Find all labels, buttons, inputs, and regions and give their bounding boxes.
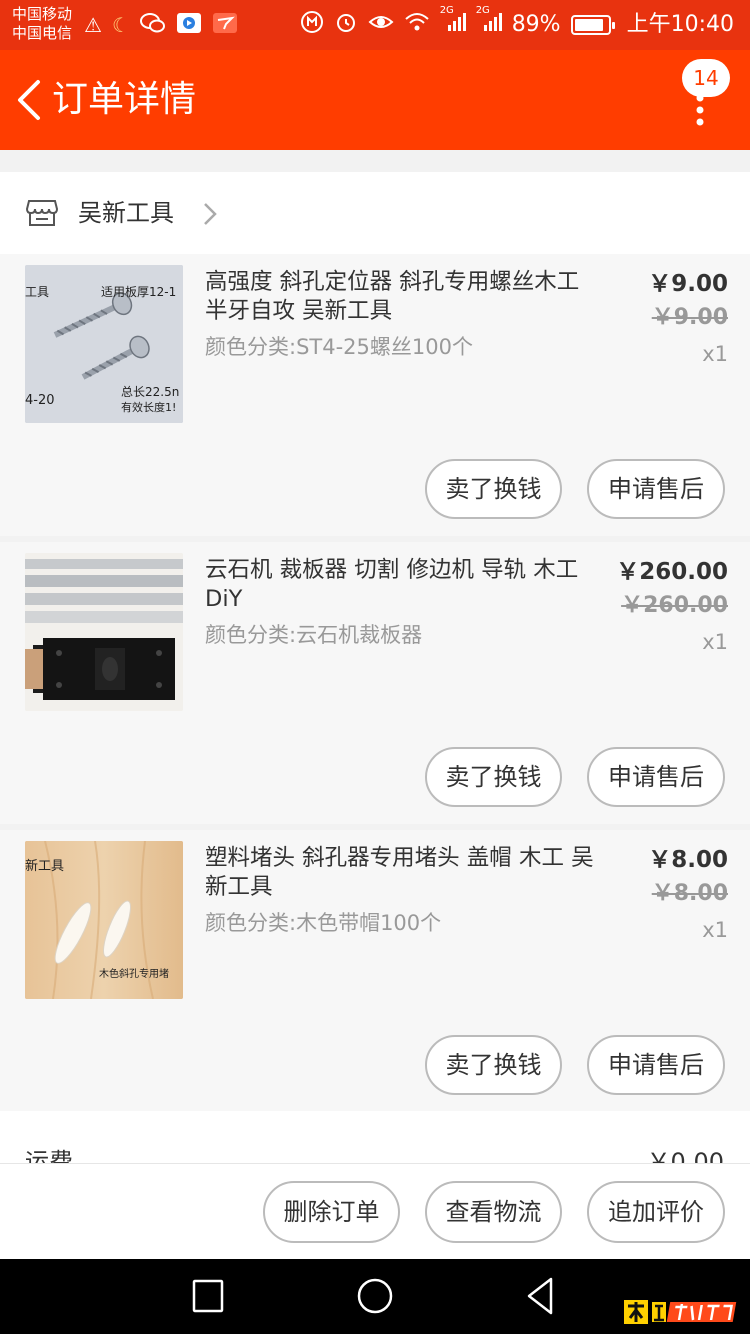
- after-sale-button[interactable]: 申请售后: [587, 747, 725, 807]
- watermark-logo: [624, 1300, 737, 1324]
- app-icon: [212, 12, 238, 40]
- thumb-text: 总长22.5n: [121, 385, 180, 399]
- sell-button[interactable]: 卖了换钱: [425, 1035, 562, 1095]
- recent-apps-icon[interactable]: [190, 1259, 226, 1334]
- data-icon: [300, 10, 324, 40]
- thumb-text: 新工具: [25, 859, 65, 874]
- shipping-value: ￥0.00: [646, 1148, 724, 1163]
- product-sku: 颜色分类:木色带帽100个: [205, 911, 442, 935]
- thumb-text: 适用板厚12-1: [101, 285, 177, 299]
- product-quantity: x1: [702, 918, 728, 942]
- product-title[interactable]: 云石机 裁板器 切割 修边机 导轨 木工 DiY: [205, 556, 595, 614]
- chevron-right-icon: [204, 203, 217, 225]
- wifi-icon: [404, 11, 430, 39]
- product-sku: 颜色分类:云石机裁板器: [205, 623, 423, 647]
- product-thumbnail[interactable]: 工具 适用板厚12-1 4-20 总长22.5n 有效长度1!: [25, 265, 183, 423]
- carrier-1: 中国移动: [12, 5, 73, 23]
- product-title[interactable]: 塑料堵头 斜孔器专用堵头 盖帽 木工 吴新工具: [205, 844, 595, 902]
- product-thumbnail[interactable]: 新工具 木色斜孔专用堵: [25, 841, 183, 999]
- wechat-icon: [139, 12, 166, 40]
- product-sku: 颜色分类:ST4-25螺丝100个: [205, 335, 473, 359]
- battery-icon: [570, 15, 615, 35]
- after-sale-button[interactable]: 申请售后: [587, 1035, 725, 1095]
- thumb-text: 木色斜孔专用堵: [99, 969, 169, 980]
- watermark: [622, 1292, 740, 1334]
- alarm-icon: [334, 10, 358, 40]
- product-original-price: ￥260.00: [621, 593, 728, 618]
- order-item[interactable]: 工具 适用板厚12-1 4-20 总长22.5n 有效长度1! 高强度 斜孔定位…: [0, 254, 750, 536]
- nav-bar: 订单详情 14: [0, 50, 750, 150]
- product-title[interactable]: 高强度 斜孔定位器 斜孔专用螺丝木工 半牙自攻 吴新工具: [205, 268, 595, 326]
- page-title: 订单详情: [52, 79, 197, 120]
- shipping-label: 运费: [25, 1148, 73, 1163]
- product-original-price: ￥9.00: [651, 305, 728, 330]
- battery-fill: [574, 19, 603, 31]
- product-original-price: ￥8.00: [651, 881, 728, 906]
- product-quantity: x1: [702, 342, 728, 366]
- product-quantity: x1: [702, 630, 728, 654]
- signal-2-label: 2G: [475, 5, 490, 16]
- eye-icon: [368, 12, 394, 38]
- clock: 上午10:40: [626, 12, 734, 37]
- product-price: ￥260.00: [616, 559, 728, 585]
- product-price: ￥8.00: [648, 847, 728, 873]
- message-badge[interactable]: 14: [682, 59, 730, 97]
- back-icon[interactable]: [14, 78, 44, 122]
- thumb-text: 有效长度1!: [121, 401, 177, 414]
- shipping-row: 运费 ￥0.00: [0, 1111, 750, 1163]
- signal-1-label: 2G: [439, 5, 454, 16]
- battery-percent: 89%: [511, 12, 561, 37]
- shop-header[interactable]: 吴新工具: [0, 172, 750, 254]
- delete-order-button[interactable]: 删除订单: [263, 1181, 400, 1243]
- order-item[interactable]: 云石机 裁板器 切割 修边机 导轨 木工 DiY 颜色分类:云石机裁板器 ￥26…: [0, 542, 750, 824]
- thumb-text: 工具: [25, 285, 50, 299]
- product-price: ￥9.00: [648, 271, 728, 297]
- product-thumbnail[interactable]: [25, 553, 183, 711]
- sell-button[interactable]: 卖了换钱: [425, 747, 562, 807]
- add-review-button[interactable]: 追加评价: [587, 1181, 725, 1243]
- sell-button[interactable]: 卖了换钱: [425, 459, 562, 519]
- status-right: 2G 2G 89% 上午10:40: [300, 5, 734, 40]
- warning-icon: ⚠: [84, 13, 102, 37]
- after-sale-button[interactable]: 申请售后: [587, 459, 725, 519]
- carrier-2: 中国电信: [12, 24, 73, 42]
- shop-icon: [26, 200, 58, 226]
- carrier-info: 中国移动 中国电信: [12, 5, 72, 43]
- video-app-icon: [176, 12, 202, 40]
- shop-name[interactable]: 吴新工具: [78, 196, 174, 230]
- status-bar: 中国移动 中国电信 ⚠ ☾ 2G 2G 89% 上午10:40: [0, 0, 750, 50]
- home-icon[interactable]: [356, 1259, 394, 1334]
- moon-icon: ☾: [111, 13, 130, 37]
- signal-icon: 2G: [440, 5, 466, 39]
- notification-icons: ⚠ ☾: [84, 12, 238, 40]
- thumb-text: 4-20: [25, 393, 55, 408]
- back-nav-icon[interactable]: [523, 1259, 559, 1334]
- signal-icon: 2G: [476, 5, 502, 39]
- order-action-bar: 删除订单 查看物流 追加评价: [0, 1163, 750, 1259]
- view-logistics-button[interactable]: 查看物流: [425, 1181, 562, 1243]
- order-item[interactable]: 新工具 木色斜孔专用堵 塑料堵头 斜孔器专用堵头 盖帽 木工 吴新工具 颜色分类…: [0, 830, 750, 1112]
